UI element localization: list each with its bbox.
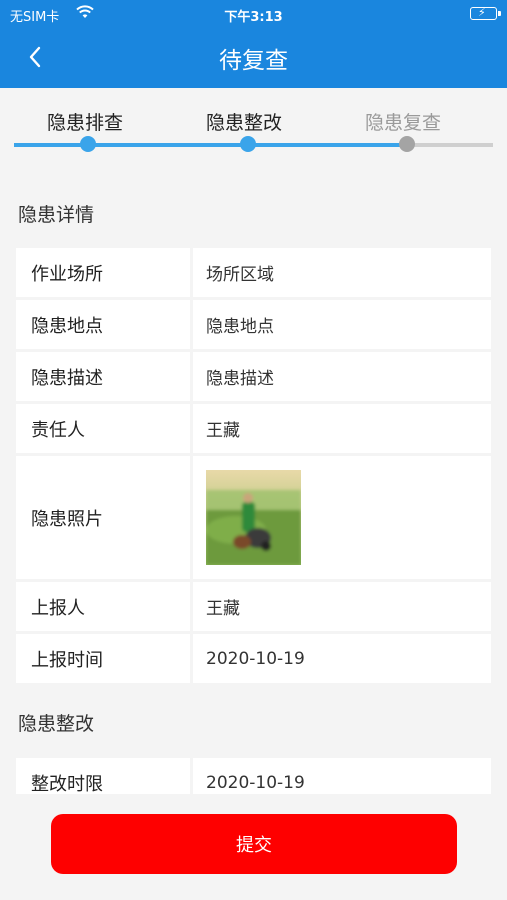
row-value: 王藏 xyxy=(193,404,491,453)
row-label: 上报人 xyxy=(16,582,190,631)
row-label: 责任人 xyxy=(16,404,190,453)
step-2-dot xyxy=(240,136,256,152)
nav-bar: 待复查 xyxy=(0,28,507,88)
page-title: 待复查 xyxy=(219,48,288,74)
row-value-photo xyxy=(193,456,491,579)
step-3-dot xyxy=(399,136,415,152)
status-time: 下午3:13 xyxy=(224,10,283,25)
section-title-rectify: 隐患整改 xyxy=(18,713,95,735)
battery-icon: ⚡ xyxy=(470,6,501,20)
table-row: 上报时间 2020-10-19 xyxy=(16,634,491,683)
table-row: 整改时限 2020-10-19 xyxy=(16,758,491,794)
rectify-table: 整改时限 2020-10-19 xyxy=(16,758,491,794)
hazard-photo-thumbnail[interactable] xyxy=(206,470,301,565)
section-title-detail: 隐患详情 xyxy=(18,204,95,226)
step-2-label: 隐患整改 xyxy=(205,112,282,134)
step-1-dot xyxy=(80,136,96,152)
row-label: 作业场所 xyxy=(16,248,190,297)
step-1-label: 隐患排查 xyxy=(46,112,123,134)
table-row: 隐患地点 隐患地点 xyxy=(16,300,491,349)
table-row: 作业场所 场所区域 xyxy=(16,248,491,297)
table-row: 隐患描述 隐患描述 xyxy=(16,352,491,401)
row-label: 隐患照片 xyxy=(16,456,190,579)
submit-button[interactable]: 提交 xyxy=(51,814,457,874)
row-value: 隐患描述 xyxy=(193,352,491,401)
row-value: 2020-10-19 xyxy=(193,634,491,683)
table-row: 责任人 王藏 xyxy=(16,404,491,453)
status-bar: 无SIM卡 下午3:13 ⚡ xyxy=(0,0,507,28)
row-label: 上报时间 xyxy=(16,634,190,683)
table-row: 上报人 王藏 xyxy=(16,582,491,631)
row-value: 隐患地点 xyxy=(193,300,491,349)
row-label: 隐患描述 xyxy=(16,352,190,401)
bottom-action-bar: 提交 xyxy=(0,794,507,900)
scroll-viewport[interactable]: 整改时限 2020-10-19 xyxy=(0,756,507,794)
photo-image xyxy=(206,470,301,565)
row-label: 隐患地点 xyxy=(16,300,190,349)
progress-track-completed xyxy=(14,143,407,147)
row-value: 场所区域 xyxy=(193,248,491,297)
step-progress: 隐患排查 隐患整改 隐患复查 xyxy=(0,88,507,180)
progress-track-remaining xyxy=(407,143,493,147)
row-label: 整改时限 xyxy=(16,758,190,794)
detail-table: 作业场所 场所区域 隐患地点 隐患地点 隐患描述 隐患描述 责任人 王藏 隐患照… xyxy=(16,248,491,686)
row-value: 2020-10-19 xyxy=(193,758,491,794)
step-3-label: 隐患复查 xyxy=(364,112,441,134)
row-value: 王藏 xyxy=(193,582,491,631)
table-row-photo: 隐患照片 xyxy=(16,456,491,579)
